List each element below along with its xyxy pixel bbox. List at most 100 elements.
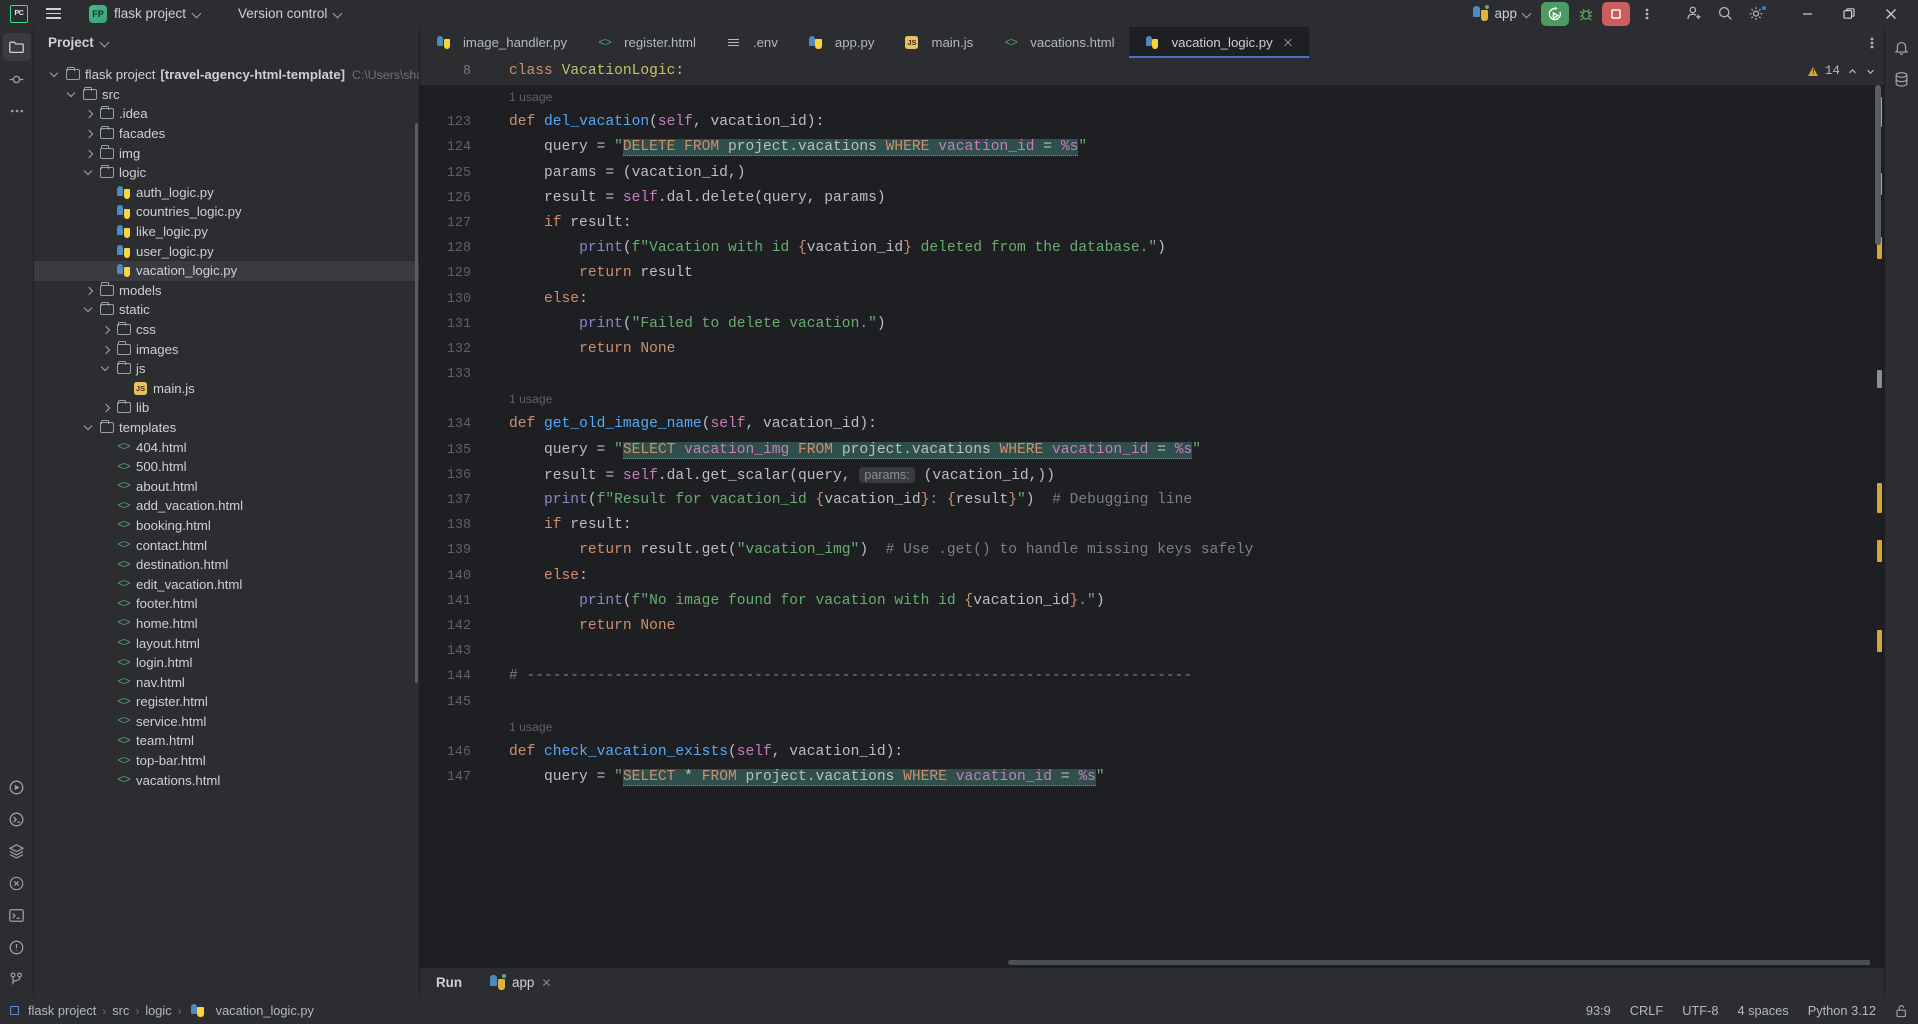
- breadcrumb-item[interactable]: vacation_logic.py: [216, 1003, 314, 1018]
- file-encoding[interactable]: UTF-8: [1682, 1003, 1718, 1018]
- tree-item[interactable]: countries_logic.py: [34, 202, 419, 222]
- add-user-icon[interactable]: [1680, 2, 1709, 26]
- tree-item[interactable]: <> service.html: [34, 712, 419, 732]
- notifications-bell-icon[interactable]: [1888, 33, 1916, 61]
- marker-strip[interactable]: [1870, 85, 1884, 967]
- tree-item[interactable]: css: [34, 320, 419, 340]
- database-icon[interactable]: [1888, 65, 1916, 93]
- commit-icon[interactable]: [3, 65, 31, 93]
- chevron-right-icon[interactable]: [97, 404, 114, 411]
- project-tree-scrollbar[interactable]: [415, 123, 418, 683]
- chevron-right-icon[interactable]: [80, 150, 97, 157]
- editor-tab[interactable]: <> register.html: [581, 27, 710, 58]
- indent-setting[interactable]: 4 spaces: [1737, 1003, 1788, 1018]
- editor-tab[interactable]: JS main.js: [888, 27, 987, 58]
- tree-item[interactable]: models: [34, 281, 419, 301]
- tree-item[interactable]: logic: [34, 163, 419, 183]
- line-separator[interactable]: CRLF: [1630, 1003, 1663, 1018]
- code-content[interactable]: 1 usage def del_vacation(self, vacation_…: [488, 85, 1870, 967]
- chevron-down-icon[interactable]: [80, 424, 97, 431]
- code-editor[interactable]: 123 124 125 126 127 128 129 130 131 132 133 134 135 1…: [420, 85, 1884, 967]
- more-vertical-icon[interactable]: [1632, 2, 1661, 26]
- stop-button[interactable]: [1602, 1, 1630, 26]
- chevron-right-icon[interactable]: [97, 346, 114, 353]
- breadcrumb-item[interactable]: src: [112, 1003, 129, 1018]
- inspection-summary[interactable]: 14: [1807, 64, 1876, 78]
- tree-item[interactable]: src: [34, 85, 419, 105]
- chevron-down-icon[interactable]: [80, 169, 97, 176]
- tree-item[interactable]: <> add_vacation.html: [34, 496, 419, 516]
- run-session-tab[interactable]: app: [482, 972, 561, 993]
- search-icon[interactable]: [1711, 2, 1740, 26]
- breadcrumb-item[interactable]: logic: [145, 1003, 171, 1018]
- chevron-down-icon[interactable]: [63, 91, 80, 98]
- chevron-down-icon[interactable]: [46, 71, 63, 78]
- tree-item[interactable]: user_logic.py: [34, 241, 419, 261]
- chevron-down-icon[interactable]: [97, 365, 114, 372]
- tree-item[interactable]: <> layout.html: [34, 633, 419, 653]
- tree-item[interactable]: <> vacations.html: [34, 770, 419, 790]
- chevron-down-icon[interactable]: [80, 306, 97, 313]
- tree-item[interactable]: <> login.html: [34, 653, 419, 673]
- tree-item[interactable]: facades: [34, 124, 419, 144]
- editor-tab[interactable]: image_handler.py: [420, 27, 581, 58]
- caret-position[interactable]: 93:9: [1586, 1003, 1611, 1018]
- tree-item[interactable]: <> contact.html: [34, 535, 419, 555]
- project-tree[interactable]: flask project [travel-agency-html-templat…: [34, 57, 419, 997]
- editor-tab[interactable]: app.py: [792, 27, 889, 58]
- debug-tool-icon[interactable]: [3, 869, 31, 897]
- run-tool-icon[interactable]: [3, 773, 31, 801]
- tree-item[interactable]: static: [34, 300, 419, 320]
- tree-item[interactable]: <> destination.html: [34, 555, 419, 575]
- terminal-icon[interactable]: [3, 901, 31, 929]
- project-selector[interactable]: FP flask project: [82, 2, 209, 26]
- chevron-right-icon[interactable]: [97, 326, 114, 333]
- tree-item[interactable]: JS main.js: [34, 379, 419, 399]
- tree-item[interactable]: js: [34, 359, 419, 379]
- tree-item[interactable]: like_logic.py: [34, 222, 419, 242]
- close-icon[interactable]: [1282, 36, 1295, 49]
- tree-item[interactable]: templates: [34, 418, 419, 438]
- project-folder-icon[interactable]: [2, 33, 31, 61]
- python-interpreter[interactable]: Python 3.12: [1808, 1003, 1876, 1018]
- tree-item[interactable]: flask project [travel-agency-html-templat…: [34, 65, 419, 85]
- settings-gear-icon[interactable]: [1742, 2, 1771, 26]
- maximize-icon[interactable]: [1828, 0, 1870, 27]
- tree-item[interactable]: <> team.html: [34, 731, 419, 751]
- tabbar-options[interactable]: [1870, 27, 1884, 58]
- more-tools-icon[interactable]: [3, 97, 31, 125]
- tree-item[interactable]: vacation_logic.py: [34, 260, 419, 281]
- rerun-button[interactable]: [1541, 1, 1569, 26]
- usage-hint[interactable]: 1 usage: [509, 85, 1870, 110]
- tree-item[interactable]: auth_logic.py: [34, 183, 419, 203]
- close-icon[interactable]: [541, 977, 553, 989]
- branch-icon[interactable]: [3, 965, 31, 993]
- unlocked-padlock-icon[interactable]: [1895, 1004, 1908, 1018]
- tree-item[interactable]: <> nav.html: [34, 672, 419, 692]
- horizontal-scrollbar[interactable]: [1008, 960, 1870, 965]
- tree-item[interactable]: <> footer.html: [34, 594, 419, 614]
- main-menu-icon[interactable]: [38, 2, 68, 26]
- project-panel-header[interactable]: Project: [34, 27, 419, 57]
- close-icon[interactable]: [1870, 0, 1912, 27]
- services-icon[interactable]: [3, 837, 31, 865]
- debug-button[interactable]: [1571, 2, 1600, 26]
- breadcrumb-item[interactable]: flask project: [28, 1003, 96, 1018]
- tree-item[interactable]: images: [34, 339, 419, 359]
- tree-item[interactable]: <> top-bar.html: [34, 751, 419, 771]
- tree-item[interactable]: <> home.html: [34, 614, 419, 634]
- run-configuration-selector[interactable]: app: [1465, 3, 1540, 24]
- usage-hint[interactable]: 1 usage: [509, 715, 1870, 740]
- tree-item[interactable]: <> 500.html: [34, 457, 419, 477]
- tree-item[interactable]: <> edit_vacation.html: [34, 574, 419, 594]
- python-console-icon[interactable]: [3, 805, 31, 833]
- tree-item[interactable]: <> 404.html: [34, 437, 419, 457]
- usage-hint[interactable]: 1 usage: [509, 387, 1870, 412]
- chevron-right-icon[interactable]: [80, 110, 97, 117]
- tree-item[interactable]: lib: [34, 398, 419, 418]
- version-control-menu[interactable]: Version control: [231, 3, 350, 24]
- editor-tab[interactable]: .env: [710, 27, 792, 58]
- minimize-icon[interactable]: [1786, 0, 1828, 27]
- tree-item[interactable]: .idea: [34, 104, 419, 124]
- problems-icon[interactable]: [3, 933, 31, 961]
